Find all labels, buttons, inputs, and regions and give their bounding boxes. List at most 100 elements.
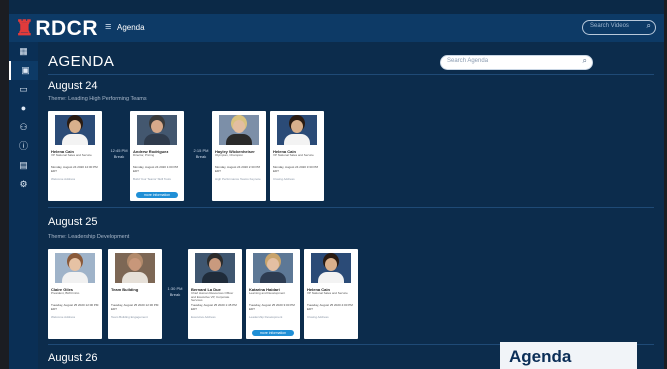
speaker-photo-torso xyxy=(226,134,252,145)
session-time: Tuesday, August 25 2020 12:30 PM EDT xyxy=(111,303,159,311)
session-time: Tuesday, August 25 2020 3:00 PM EDT xyxy=(249,303,295,311)
speaker-role: VP National Sales and Service xyxy=(51,153,92,157)
break-slot: 1:30 PM Break xyxy=(164,286,186,298)
session-track: Welcome Address xyxy=(51,177,76,181)
top-bar: ♜RDCR ≡ Agenda Search Videos ⌕ xyxy=(9,14,664,42)
speaker-role: VP National Sales and Service xyxy=(307,291,348,295)
logo-mark-icon: ♜ xyxy=(15,17,35,40)
speaker-card[interactable]: Hayley Wickenheiser Olympian, Champion Mon… xyxy=(212,111,266,201)
home-icon[interactable]: ▦ xyxy=(9,42,38,61)
speaker-name: Team Building xyxy=(111,287,139,292)
session-time: Monday, August 24 2020 12:00 PM EDT xyxy=(51,165,98,173)
speaker-photo-head xyxy=(209,258,221,271)
session-track: Welcome Address xyxy=(51,315,76,319)
speaker-photo xyxy=(55,115,95,145)
theme-aug-25: Theme: Leadership Development xyxy=(48,234,130,240)
speaker-card[interactable]: Helena Cain VP National Sales and Service… xyxy=(270,111,324,201)
speaker-photo-torso xyxy=(62,272,88,283)
agenda-content: AGENDA Search Agenda ⌕ August 24 Theme: … xyxy=(38,42,664,369)
chat-icon[interactable]: ▤ xyxy=(9,156,38,175)
break-slot: 2:15 PM Break xyxy=(190,148,212,160)
speaker-photo-head xyxy=(69,120,81,133)
agenda-search-placeholder: Search Agenda xyxy=(447,58,489,64)
video-search-input[interactable]: Search Videos ⌕ xyxy=(582,20,656,35)
agenda-caption: Agenda xyxy=(509,347,572,366)
session-track: Team Building Engagement xyxy=(111,315,148,319)
more-information-button[interactable]: more information xyxy=(136,192,178,198)
speaker-card[interactable]: Helena Cain VP National Sales and Service… xyxy=(48,111,102,201)
hamburger-icon[interactable]: ≡ xyxy=(105,21,111,33)
speaker-card[interactable]: Andrew Rodriguez Director, Pricing Monday,… xyxy=(130,111,184,201)
speaker-card[interactable]: Helena Cain VP National Sales and Service… xyxy=(304,249,358,339)
agenda-search-input[interactable]: Search Agenda ⌕ xyxy=(440,55,593,70)
session-track: High Performance Teams Keynote xyxy=(215,177,261,181)
monitor-icon[interactable]: ▭ xyxy=(9,80,38,99)
speaker-photo-torso xyxy=(144,134,170,145)
screen: ♜RDCR ≡ Agenda Search Videos ⌕ ▦ ▣ ▭ ● ⚇… xyxy=(0,0,667,369)
speaker-role: Olympian, Champion xyxy=(215,153,244,157)
more-information-button[interactable]: more information xyxy=(252,330,294,336)
speaker-photo xyxy=(311,253,351,283)
speaker-photo-head xyxy=(233,120,245,133)
agenda-caption-overlay: Agenda xyxy=(500,342,637,369)
session-time: Tuesday, August 25 2020 12:00 PM EDT xyxy=(51,303,99,311)
session-time: Monday, August 24 2020 2:30 PM EDT xyxy=(215,165,260,173)
speaker-card[interactable]: Claire Giles President, BizFirmCo Tuesday,… xyxy=(48,249,102,339)
left-border xyxy=(0,0,9,369)
break-slot: 12:45 PM Break xyxy=(108,148,130,160)
calendar-icon[interactable]: ▣ xyxy=(9,61,40,80)
date-heading-aug-25: August 25 xyxy=(48,216,98,228)
session-track: Executive Address xyxy=(191,315,216,319)
speaker-photo-head xyxy=(129,258,141,271)
speaker-photo xyxy=(115,253,155,283)
session-track: Closing Address xyxy=(273,177,295,181)
speaker-photo-head xyxy=(325,258,337,271)
settings-icon[interactable]: ⚙ xyxy=(9,175,38,194)
break-label: Break xyxy=(113,154,125,159)
speaker-photo xyxy=(195,253,235,283)
speaker-photo-torso xyxy=(260,272,286,283)
top-title: Agenda xyxy=(117,23,145,32)
speaker-photo xyxy=(277,115,317,145)
speaker-role: VP National Sales and Service xyxy=(273,153,314,157)
session-time: Tuesday, August 25 2020 1:45 PM EDT xyxy=(191,303,237,311)
divider xyxy=(48,74,654,75)
break-label: Break xyxy=(195,154,207,159)
speaker-photo-head xyxy=(69,258,81,271)
session-track: Build Your Teams' Skill Tools xyxy=(133,177,171,181)
speaker-photo xyxy=(253,253,293,283)
divider xyxy=(48,207,654,208)
app-logo[interactable]: ♜RDCR xyxy=(15,16,98,41)
agenda-search-icon[interactable]: ⌕ xyxy=(583,56,587,66)
session-time: Monday, August 24 2020 1:00 PM EDT xyxy=(133,165,178,173)
speaker-photo-torso xyxy=(62,134,88,145)
search-icon[interactable]: ⌕ xyxy=(647,21,651,31)
speaker-photo-head xyxy=(151,120,163,133)
session-track: Leadership Development xyxy=(249,315,283,319)
session-track: Closing Address xyxy=(307,315,329,319)
speaker-photo xyxy=(137,115,177,145)
session-time: Monday, August 24 2020 3:30 PM EDT xyxy=(273,165,318,173)
speaker-role: Director, Pricing xyxy=(133,153,155,157)
speaker-photo-torso xyxy=(318,272,344,283)
info-icon[interactable]: ⓘ xyxy=(9,137,38,156)
group-icon[interactable]: ● xyxy=(9,99,38,118)
people-icon[interactable]: ⚇ xyxy=(9,118,38,137)
date-heading-aug-26: August 26 xyxy=(48,352,98,364)
speaker-role: Learning and Development xyxy=(249,291,286,295)
speaker-photo-torso xyxy=(122,272,148,283)
speaker-card[interactable]: Team Building Tuesday, August 25 2020 12:… xyxy=(108,249,162,339)
session-time: Tuesday, August 25 2020 4:00 PM EDT xyxy=(307,303,353,311)
speaker-card[interactable]: Katarina Haidari Learning and Development… xyxy=(246,249,300,339)
sidebar: ▦ ▣ ▭ ● ⚇ ⓘ ▤ ⚙ xyxy=(9,42,40,369)
video-search-placeholder: Search Videos xyxy=(590,23,629,29)
speaker-photo-torso xyxy=(284,134,310,145)
speaker-photo xyxy=(55,253,95,283)
speaker-role: Chief Human Resources Officer and Execut… xyxy=(191,291,234,303)
date-heading-aug-24: August 24 xyxy=(48,80,98,92)
break-label: Break xyxy=(169,292,181,297)
theme-aug-24: Theme: Leading High Performing Teams xyxy=(48,96,147,102)
speaker-card[interactable]: Bernard La Due Chief Human Resources Offi… xyxy=(188,249,242,339)
speaker-photo-head xyxy=(267,258,279,271)
speaker-photo-torso xyxy=(202,272,228,283)
